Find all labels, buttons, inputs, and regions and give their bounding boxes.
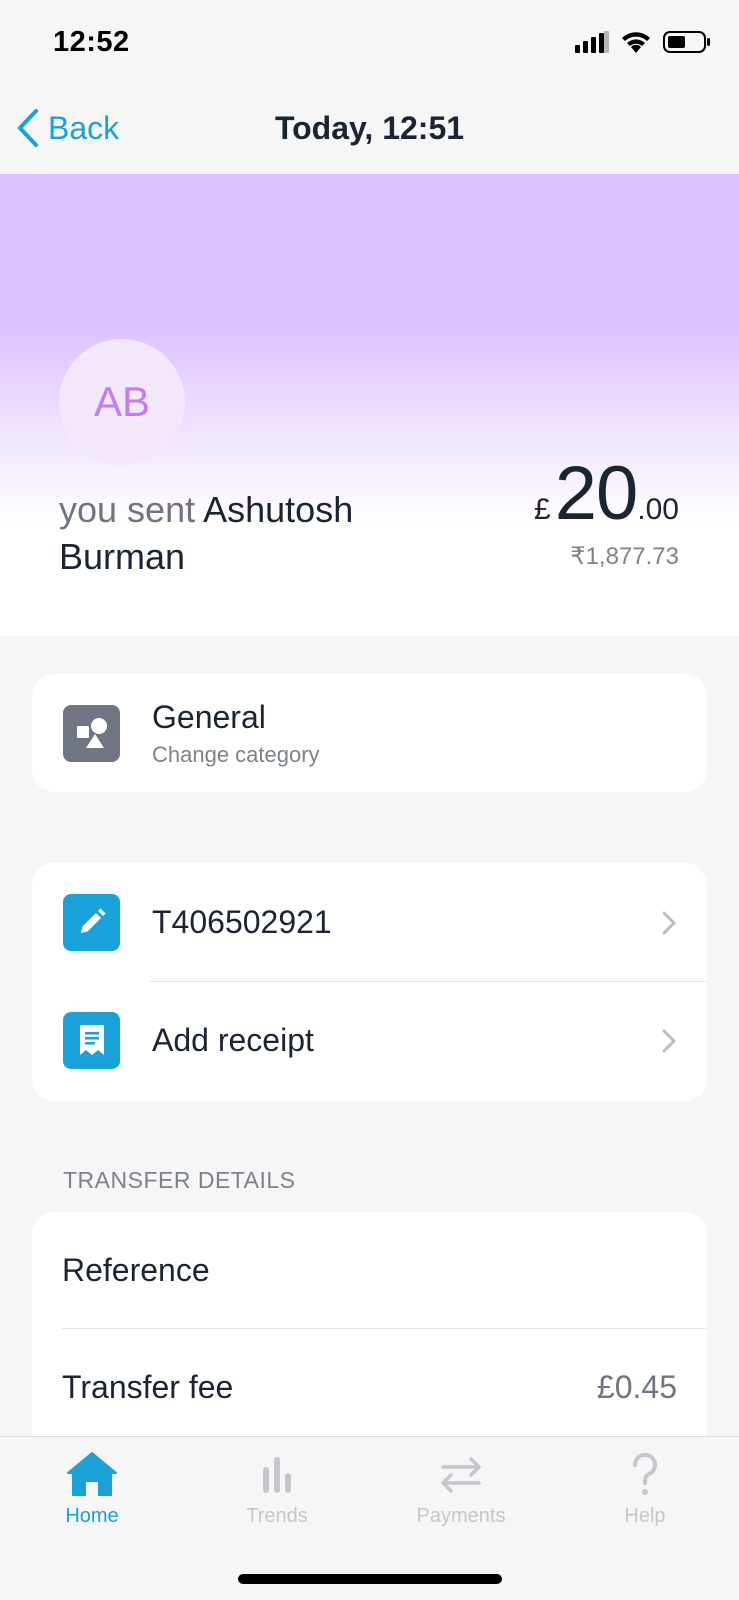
page-title: Today, 12:51	[274, 110, 465, 146]
sent-description: you sent Ashutosh Burman	[59, 486, 439, 580]
status-bar: 12:52	[0, 0, 739, 90]
add-receipt-label: Add receipt	[152, 1021, 314, 1058]
add-receipt-row[interactable]: Add receipt	[32, 981, 707, 1099]
tab-trends-label: Trends	[246, 1505, 308, 1527]
transfer-details-card: Reference Transfer fee £0.45	[32, 1212, 707, 1472]
receipt-icon	[79, 1025, 104, 1055]
reference-note-text: T406502921	[152, 904, 332, 941]
amount-currency: £	[534, 493, 551, 526]
actions-card: T406502921 Add receipt	[32, 863, 707, 1101]
tab-payments-label: Payments	[416, 1505, 506, 1527]
category-row[interactable]: General Change category	[32, 674, 707, 792]
amount-minor: .00	[637, 493, 679, 526]
wifi-icon	[622, 32, 650, 53]
converted-amount: ₹1,877.73	[570, 543, 679, 570]
chevron-right-icon	[662, 911, 676, 935]
transfer-fee-row: Transfer fee £0.45	[32, 1329, 707, 1446]
chevron-right-icon	[662, 1029, 676, 1053]
tab-home-label: Home	[65, 1505, 119, 1527]
reference-note-label: T406502921	[152, 903, 332, 940]
battery-icon	[663, 31, 710, 53]
help-icon	[632, 1452, 657, 1495]
shapes-icon	[76, 718, 107, 748]
tab-trends[interactable]: Trends	[207, 1451, 347, 1528]
section-label: TRANSFER DETAILS	[63, 1167, 296, 1193]
category-card: General Change category	[32, 674, 707, 792]
reference-note-row[interactable]: T406502921	[32, 863, 707, 981]
tab-help-label: Help	[624, 1505, 666, 1527]
reference-label: Reference	[62, 1252, 210, 1288]
nav-bar: Back Today, 12:51	[0, 90, 739, 174]
receipt-icon-box	[63, 1011, 120, 1069]
avatar-initials: AB	[93, 378, 151, 425]
add-receipt-text: Add receipt	[152, 1022, 314, 1059]
category-title: General	[152, 698, 266, 735]
category-text: General Change category	[152, 699, 320, 768]
payments-icon	[441, 1457, 481, 1493]
reference-row[interactable]: Reference	[32, 1212, 707, 1329]
transfer-fee-value: £0.45	[596, 1369, 677, 1405]
status-time: 12:52	[53, 26, 130, 58]
tab-payments[interactable]: Payments	[391, 1451, 531, 1528]
tab-home[interactable]: Home	[22, 1451, 162, 1528]
avatar[interactable]: AB	[59, 339, 185, 465]
category-icon-box	[63, 704, 120, 762]
change-category-link[interactable]: Change category	[152, 742, 320, 768]
tab-help[interactable]: Help	[575, 1451, 715, 1528]
trends-icon	[263, 1457, 291, 1493]
amount: £ 20 .00	[534, 454, 679, 534]
amount-major: 20	[554, 451, 639, 536]
signal-icon	[575, 31, 609, 53]
sent-prefix: you sent	[59, 489, 196, 530]
home-indicator	[238, 1574, 502, 1584]
transfer-fee-label: Transfer fee	[62, 1369, 234, 1405]
transaction-header: AB you sent Ashutosh Burman £ 20 .00 ₹1,…	[0, 174, 739, 636]
home-icon	[67, 1452, 117, 1496]
transaction-detail-screen: 12:52 Back Today, 12:51 AB you sent Ashu…	[0, 0, 739, 1600]
note-icon-box	[63, 893, 120, 951]
pencil-icon	[80, 908, 105, 933]
status-icons	[575, 30, 711, 54]
